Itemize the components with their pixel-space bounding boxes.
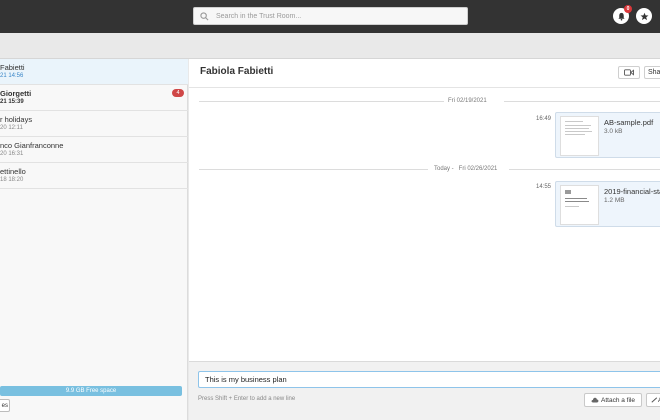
date-divider-line — [199, 101, 444, 102]
conversation-name: nco Gianfranconne — [0, 141, 64, 150]
chat-title: Fabiola Fabietti — [200, 66, 274, 77]
bell-icon — [617, 12, 625, 21]
video-camera-icon — [624, 69, 634, 76]
file-thumbnail — [560, 185, 599, 225]
input-hint: Press Shift + Enter to add a new line — [198, 396, 296, 402]
secondary-action-button[interactable]: A — [646, 393, 660, 407]
conversation-name: r holidays — [0, 115, 33, 124]
header-divider — [189, 87, 660, 88]
conversation-item[interactable]: Fabietti 21 14:56 — [0, 59, 188, 85]
star-icon — [640, 12, 648, 20]
conversation-name: Fabietti — [0, 63, 25, 72]
free-space-bar: 9.9 GB Free space — [0, 386, 182, 396]
file-size: 1.2 MB — [604, 197, 625, 204]
search-bar[interactable]: Search in the Trust Room... — [193, 7, 468, 25]
favorites-button[interactable] — [636, 8, 652, 24]
conversation-date: 20 16:31 — [0, 151, 24, 157]
notification-badge: 0 — [624, 5, 632, 13]
conversation-date: 21 15:39 — [0, 99, 24, 105]
sidebar-bottom-button[interactable]: es — [0, 399, 10, 412]
file-name: 2019-financial-sta — [604, 187, 660, 196]
sub-toolbar — [0, 33, 660, 59]
conversation-item[interactable]: Giorgetti 21 15:39 4 — [0, 85, 188, 111]
conversation-sidebar: Fabietti 21 14:56 Giorgetti 21 15:39 4 r… — [0, 59, 188, 420]
message-time: 14:55 — [536, 184, 552, 190]
pencil-icon — [651, 397, 658, 403]
conversation-date: 20 12:11 — [0, 125, 23, 131]
conversation-date: 18 18:20 — [0, 177, 24, 183]
conversation-item[interactable]: nco Gianfranconne 20 16:31 — [0, 137, 188, 163]
message-time: 16:49 — [536, 116, 552, 122]
file-attachment[interactable]: 2019-financial-sta 1.2 MB — [555, 181, 660, 227]
conversation-name: Giorgetti — [0, 89, 32, 98]
attach-file-button[interactable]: Attach a file — [584, 393, 642, 407]
chat-panel: Fabiola Fabietti Sha Fri 02/19/2021 16:4… — [189, 59, 660, 361]
file-thumbnail — [560, 116, 599, 156]
conversation-item[interactable]: r holidays 20 12:11 — [0, 111, 188, 137]
conversation-name: ettinello — [0, 167, 26, 176]
date-separator: Fri 02/19/2021 — [448, 98, 487, 104]
attach-file-label: Attach a file — [601, 396, 635, 404]
date-divider-line — [504, 101, 660, 102]
unread-badge: 4 — [172, 89, 184, 97]
top-bar: Search in the Trust Room... 0 — [0, 0, 660, 33]
video-call-button[interactable] — [618, 66, 640, 79]
search-input[interactable]: Search in the Trust Room... — [216, 13, 301, 20]
date-divider-line — [199, 169, 428, 170]
message-composer: This is my business plan Press Shift + E… — [189, 361, 660, 420]
file-name: AB-sample.pdf — [604, 118, 654, 127]
search-icon — [200, 11, 209, 20]
conversation-date: 21 14:56 — [0, 73, 24, 79]
file-attachment[interactable]: AB-sample.pdf 3.0 kB — [555, 112, 660, 158]
date-divider-line — [509, 169, 660, 170]
date-separator: Today - Fri 02/26/2021 — [434, 166, 498, 172]
file-size: 3.0 kB — [604, 128, 623, 135]
message-input[interactable]: This is my business plan — [198, 371, 660, 388]
share-button[interactable]: Sha — [644, 66, 660, 79]
cloud-upload-icon — [591, 397, 599, 403]
conversation-item[interactable]: ettinello 18 18:20 — [0, 163, 188, 189]
